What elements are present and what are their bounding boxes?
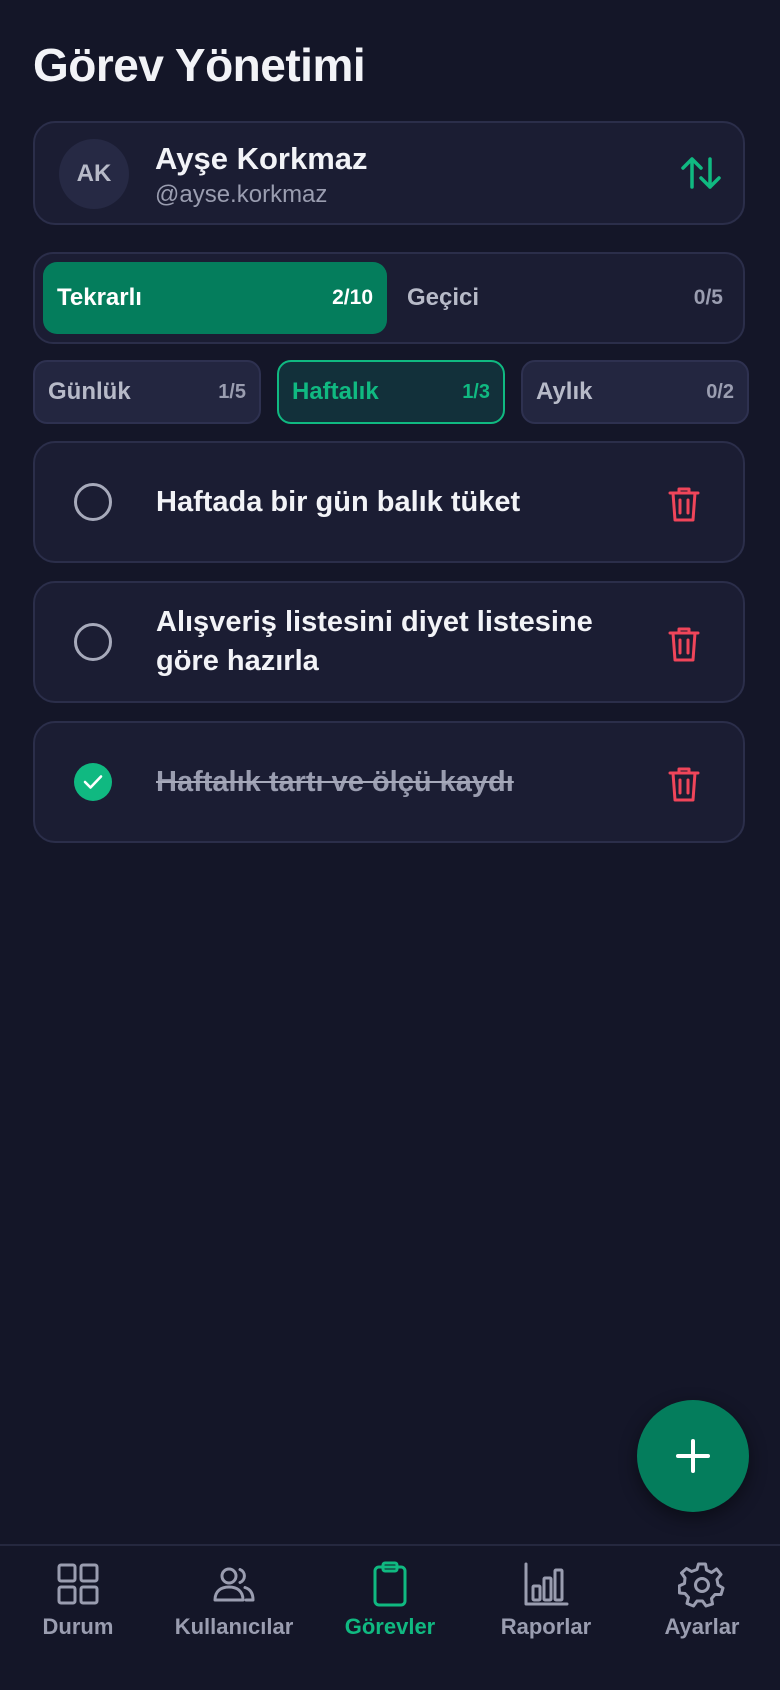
user-card[interactable]: AK Ayşe Korkmaz @ayse.korkmaz	[33, 121, 745, 225]
nav-item-users[interactable]: Kullanıcılar	[156, 1560, 312, 1660]
task-type-switch: Tekrarlı 2/10 Geçici 0/5	[33, 252, 745, 344]
delete-task-button[interactable]	[667, 485, 701, 523]
tab-recurring-label: Tekrarlı	[57, 284, 142, 311]
bottom-nav: Durum Kullanıcılar Görevler Raporlar Aya…	[0, 1544, 780, 1690]
trash-icon	[668, 627, 700, 662]
check-icon	[83, 775, 103, 789]
filter-weekly-label: Haftalık	[292, 378, 379, 405]
arrows-up-down-icon	[681, 157, 721, 189]
task-item: Haftada bir gün balık tüket	[33, 441, 745, 563]
clipboard-icon	[373, 1561, 407, 1607]
nav-item-status[interactable]: Durum	[0, 1560, 156, 1660]
task-text: Haftada bir gün balık tüket	[156, 485, 521, 518]
filter-daily-count: 1/5	[218, 380, 246, 403]
users-icon	[213, 1567, 255, 1602]
user-handle: @ayse.korkmaz	[155, 181, 328, 208]
nav-item-status-label: Durum	[42, 1614, 114, 1639]
nav-item-reports-label: Raporlar	[500, 1614, 592, 1639]
grid-icon	[57, 1563, 99, 1605]
filter-daily-label: Günlük	[48, 378, 131, 405]
nav-item-tasks-label: Görevler	[344, 1614, 436, 1639]
gear-icon	[678, 1562, 725, 1608]
switch-user-button[interactable]	[679, 153, 723, 193]
filter-weekly[interactable]: Haftalık 1/3	[277, 360, 505, 424]
nav-item-settings-label: Ayarlar	[664, 1614, 740, 1639]
trash-icon	[668, 767, 700, 802]
add-task-button[interactable]	[637, 1400, 749, 1512]
task-checkbox[interactable]	[74, 483, 112, 521]
trash-icon	[668, 487, 700, 522]
nav-item-tasks[interactable]: Görevler	[312, 1560, 468, 1660]
task-item: Alışveriş listesini diyet listesine göre…	[33, 581, 745, 703]
user-name: Ayşe Korkmaz	[155, 141, 368, 176]
avatar: AK	[59, 139, 129, 209]
nav-item-reports[interactable]: Raporlar	[468, 1560, 624, 1660]
task-checkbox[interactable]	[74, 623, 112, 661]
tab-temporary[interactable]: Geçici 0/5	[393, 262, 737, 334]
filter-daily[interactable]: Günlük 1/5	[33, 360, 261, 424]
delete-task-button[interactable]	[667, 625, 701, 663]
bar-chart-icon	[524, 1562, 569, 1606]
task-text: Haftalık tartı ve ölçü kaydı	[156, 765, 514, 798]
task-checkbox[interactable]	[74, 763, 112, 801]
filter-monthly[interactable]: Aylık 0/2	[521, 360, 749, 424]
page-title: Görev Yönetimi	[33, 39, 366, 91]
task-text: Alışveriş listesini diyet listesine göre…	[156, 606, 593, 677]
nav-item-settings[interactable]: Ayarlar	[624, 1560, 780, 1660]
task-item: Haftalık tartı ve ölçü kaydı	[33, 721, 745, 843]
filter-monthly-count: 0/2	[706, 380, 734, 403]
filter-weekly-count: 1/3	[462, 380, 490, 403]
tab-temporary-label: Geçici	[407, 284, 480, 311]
tab-recurring-count: 2/10	[332, 286, 373, 309]
delete-task-button[interactable]	[667, 765, 701, 803]
plus-icon	[676, 1439, 710, 1473]
tab-temporary-count: 0/5	[693, 286, 723, 309]
nav-item-users-label: Kullanıcılar	[174, 1614, 294, 1639]
filter-monthly-label: Aylık	[536, 378, 593, 405]
tab-recurring[interactable]: Tekrarlı 2/10	[43, 262, 387, 334]
